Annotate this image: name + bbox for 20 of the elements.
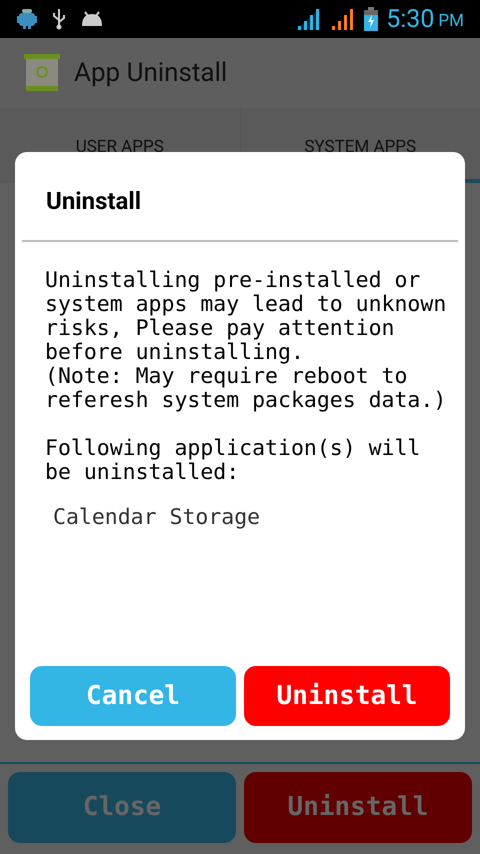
clock-time: 5:30 [386,6,434,32]
clock-ampm: PM [438,13,464,30]
note-text: (Note: May require reboot to referesh system packages data.) [45,365,448,413]
warning-message: Uninstalling pre-installed or system apps may lead to unknown risks, Please pay attention before uninstalling. [45,269,448,365]
signal-icon [296,8,320,30]
usb-icon [52,8,66,30]
android-badge-icon [16,8,38,30]
battery-charging-icon [364,7,378,31]
android-head-icon [80,10,104,28]
list-heading: Following application(s) will be uninstalled: [45,437,422,485]
trash-bin-icon [24,54,60,92]
cancel-button[interactable]: Cancel [30,666,236,726]
uninstall-button[interactable]: Uninstall [244,772,472,843]
signal-icon [330,8,354,30]
app-title: App Uninstall [74,56,228,90]
cancel-button[interactable]: Close [8,772,236,843]
dialog-title: Uninstall [46,186,142,217]
uninstall-button[interactable]: Uninstall [244,666,450,726]
app-name: Calendar Storage [53,506,262,530]
tab[interactable]: USER APPS [0,108,240,183]
